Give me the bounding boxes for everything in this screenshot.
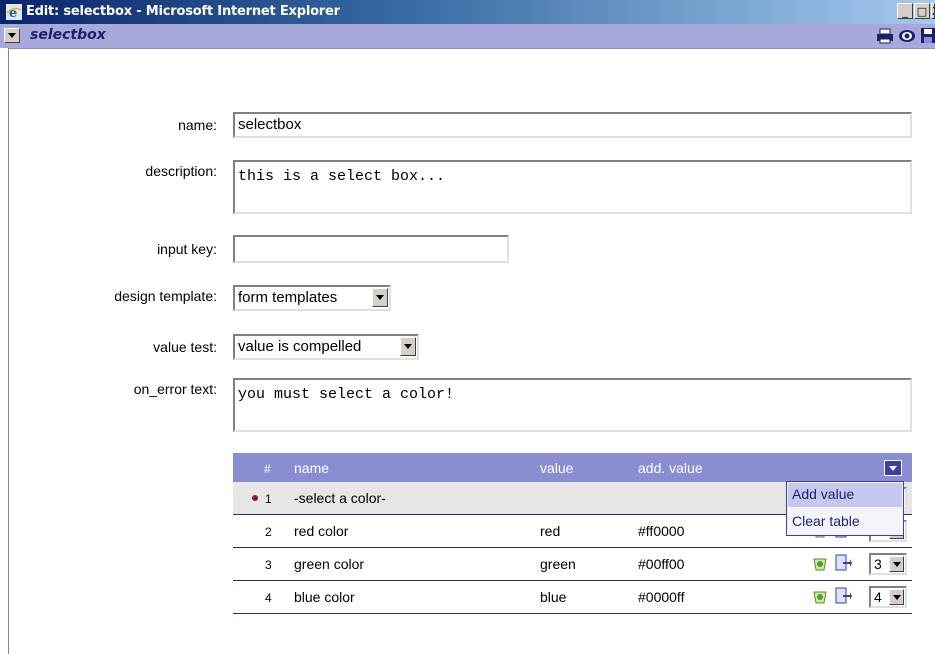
- design-template-select[interactable]: form templates: [233, 285, 391, 311]
- design-template-value: form templates: [238, 289, 338, 306]
- input-key-label: input key:: [157, 241, 217, 257]
- edit-icon[interactable]: [834, 554, 852, 572]
- value-test-select[interactable]: value is compelled: [233, 334, 419, 360]
- row-add-value: #0000ff: [638, 589, 685, 605]
- row-order-value: 4: [874, 589, 882, 605]
- row-value: blue: [540, 589, 567, 605]
- row-name: green color: [294, 556, 365, 572]
- close-button[interactable]: X: [931, 3, 935, 19]
- row-order-select[interactable]: 4: [869, 586, 907, 608]
- app-header: selectbox: [0, 24, 935, 49]
- row-bullet: [252, 495, 258, 501]
- window-title: Edit: selectbox - Microsoft Internet Exp…: [26, 4, 340, 19]
- header-value: value: [540, 460, 574, 476]
- recycle-icon[interactable]: [811, 554, 829, 572]
- row-num: 2: [265, 525, 272, 539]
- name-label: name:: [178, 117, 217, 133]
- design-template-label: design template:: [114, 288, 217, 304]
- maximize-button[interactable]: □: [914, 3, 930, 19]
- row-order-select[interactable]: 3: [869, 553, 907, 575]
- row-order-value: 3: [874, 556, 882, 572]
- chevron-down-icon[interactable]: [889, 556, 904, 572]
- row-name: red color: [294, 523, 349, 539]
- title-bar: e Edit: selectbox - Microsoft Internet E…: [0, 0, 935, 24]
- ie-icon: e: [6, 4, 22, 20]
- app-title: selectbox: [30, 27, 106, 43]
- value-test-value: value is compelled: [238, 338, 362, 355]
- recycle-icon[interactable]: [811, 587, 829, 605]
- value-test-label: value test:: [153, 339, 217, 355]
- header-add-value: add. value: [638, 460, 703, 476]
- table-row[interactable]: 3 green color green #00ff00 3: [233, 548, 912, 581]
- row-num: 3: [265, 558, 272, 572]
- row-add-value: #00ff00: [638, 556, 685, 572]
- edit-icon[interactable]: [834, 587, 852, 605]
- row-num: 4: [265, 591, 272, 605]
- row-name: -select a color-: [294, 490, 386, 506]
- window-left-border: [0, 48, 9, 654]
- printer-icon[interactable]: [876, 27, 894, 45]
- input-key-field[interactable]: [233, 235, 509, 263]
- header-name: name: [294, 460, 330, 476]
- row-add-value: #ff0000: [638, 523, 685, 539]
- row-value: green: [540, 556, 576, 572]
- collapse-button[interactable]: [4, 28, 20, 43]
- chevron-down-icon[interactable]: [400, 337, 416, 356]
- eye-icon[interactable]: [898, 27, 916, 45]
- name-field[interactable]: selectbox: [233, 112, 912, 138]
- menu-item-clear-table[interactable]: Clear table: [788, 510, 902, 534]
- floppy-disk-icon[interactable]: [920, 27, 935, 45]
- menu-item-add-value[interactable]: Add value: [788, 483, 902, 507]
- table-header: # name value add. value: [233, 453, 912, 482]
- minimize-button[interactable]: _: [897, 3, 913, 19]
- description-label: description:: [145, 163, 217, 179]
- row-value: red: [540, 523, 561, 539]
- table-context-menu: Add value Clear table: [786, 481, 904, 536]
- row-name: blue color: [294, 589, 355, 605]
- on-error-textarea[interactable]: you must select a color!: [233, 378, 912, 432]
- on-error-label: on_error text:: [133, 381, 217, 397]
- chevron-down-icon[interactable]: [889, 589, 904, 605]
- chevron-down-icon[interactable]: [372, 288, 388, 307]
- table-menu-button[interactable]: [884, 460, 902, 476]
- description-textarea[interactable]: this is a select box...: [233, 160, 912, 214]
- browser-window: e Edit: selectbox - Microsoft Internet E…: [0, 0, 935, 654]
- header-num: #: [264, 462, 271, 476]
- table-row[interactable]: 4 blue color blue #0000ff 4: [233, 581, 912, 614]
- row-num: 1: [265, 492, 272, 506]
